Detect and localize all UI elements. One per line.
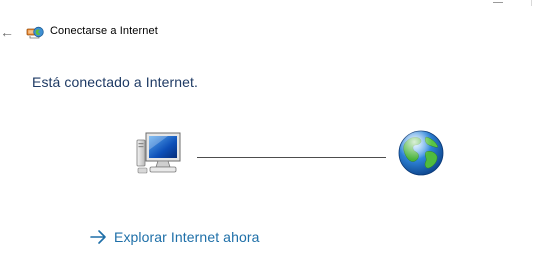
caption-divider bbox=[531, 0, 532, 6]
back-button[interactable]: ← bbox=[0, 24, 14, 40]
browse-internet-link[interactable]: Explorar Internet ahora bbox=[90, 226, 260, 248]
window-title: Conectarse a Internet bbox=[50, 25, 158, 37]
computer-icon bbox=[136, 132, 181, 174]
connect-internet-window: ← Conectarse a Internet Está conectado a… bbox=[0, 0, 545, 270]
network-connect-icon bbox=[26, 26, 44, 39]
browse-internet-label: Explorar Internet ahora bbox=[114, 229, 260, 245]
back-arrow-icon: ← bbox=[0, 24, 14, 40]
connection-status-message: Está conectado a Internet. bbox=[32, 74, 199, 90]
caption-controls bbox=[475, 0, 545, 8]
globe-icon bbox=[398, 130, 444, 176]
arrow-right-icon bbox=[90, 230, 106, 244]
minimize-button[interactable] bbox=[493, 2, 503, 3]
connection-line bbox=[197, 157, 386, 158]
